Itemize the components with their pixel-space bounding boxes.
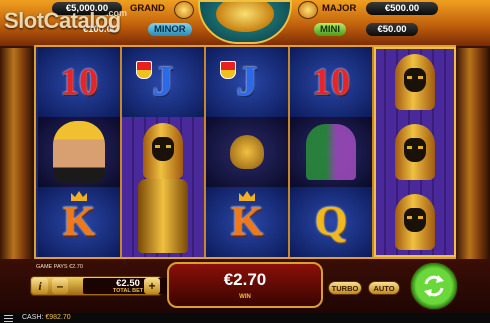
- dancers-icon: [306, 124, 356, 180]
- crown-icon: [71, 191, 87, 201]
- mini-jackpot-label: MINI: [314, 23, 347, 36]
- symbol-j: J: [122, 47, 204, 117]
- reel-2: J: [122, 47, 204, 257]
- crown-icon: [239, 191, 255, 201]
- auto-button[interactable]: AUTO: [368, 281, 400, 295]
- bet-controls: i – €2.50 TOTAL BET +: [30, 276, 173, 296]
- symbol-scorpion: [206, 117, 288, 187]
- grand-scarab-icon: [174, 1, 194, 19]
- winning-reel-highlight: [374, 47, 456, 257]
- cash-display: CASH: €982.70: [22, 313, 71, 323]
- treasure-pot-icon: [198, 0, 292, 44]
- info-button[interactable]: i: [32, 278, 48, 294]
- turbo-button[interactable]: TURBO: [328, 281, 362, 295]
- symbol-k: K: [206, 187, 288, 257]
- win-value: €2.70: [223, 270, 267, 289]
- pharaoh-mask-icon: [143, 123, 183, 179]
- cash-value: €982.70: [45, 314, 71, 321]
- decrease-bet-button[interactable]: –: [52, 278, 68, 294]
- reel-4: 10 Q: [290, 47, 372, 257]
- scorpion-icon: [230, 135, 264, 169]
- major-jackpot-label: MAJOR: [322, 3, 357, 14]
- footer-bar: [0, 313, 490, 323]
- reel-5: [374, 47, 456, 257]
- crest-icon: [136, 61, 152, 79]
- symbol-10: 10: [290, 47, 372, 117]
- cash-label: CASH:: [22, 314, 44, 321]
- grand-jackpot-label: GRAND: [130, 3, 165, 14]
- spin-button[interactable]: [410, 262, 458, 310]
- reel-1: 10 K: [38, 47, 120, 257]
- symbol-pharaoh-stacked: [122, 117, 204, 257]
- minor-jackpot-label: MINOR: [148, 23, 192, 36]
- win-label: WIN: [239, 294, 251, 300]
- reel-grid: 10 K J J K 10 Q: [34, 45, 456, 259]
- watermark-logo: SlotCatalog: [4, 8, 121, 33]
- major-jackpot-value: €500.00: [366, 2, 438, 15]
- cleopatra-icon: [53, 121, 105, 183]
- mini-jackpot-value: €50.00: [366, 23, 418, 36]
- win-display: €2.70 WIN: [167, 262, 323, 308]
- symbol-dancers: [290, 117, 372, 187]
- game-pays-text: GAME PAYS €2.70: [36, 264, 83, 270]
- reel-3: J K: [206, 47, 288, 257]
- symbol-10: 10: [38, 47, 120, 117]
- symbol-k: K: [38, 187, 120, 257]
- symbol-queen-cleopatra: [38, 117, 120, 187]
- spin-arrows-icon: [424, 275, 444, 297]
- menu-icon[interactable]: [4, 315, 13, 322]
- watermark-suffix: .com: [106, 8, 128, 18]
- symbol-q: Q: [290, 187, 372, 257]
- major-scarab-icon: [298, 1, 318, 19]
- symbol-j: J: [206, 47, 288, 117]
- crest-icon: [220, 61, 236, 79]
- increase-bet-button[interactable]: +: [144, 278, 160, 294]
- pharaoh-body-icon: [138, 179, 188, 253]
